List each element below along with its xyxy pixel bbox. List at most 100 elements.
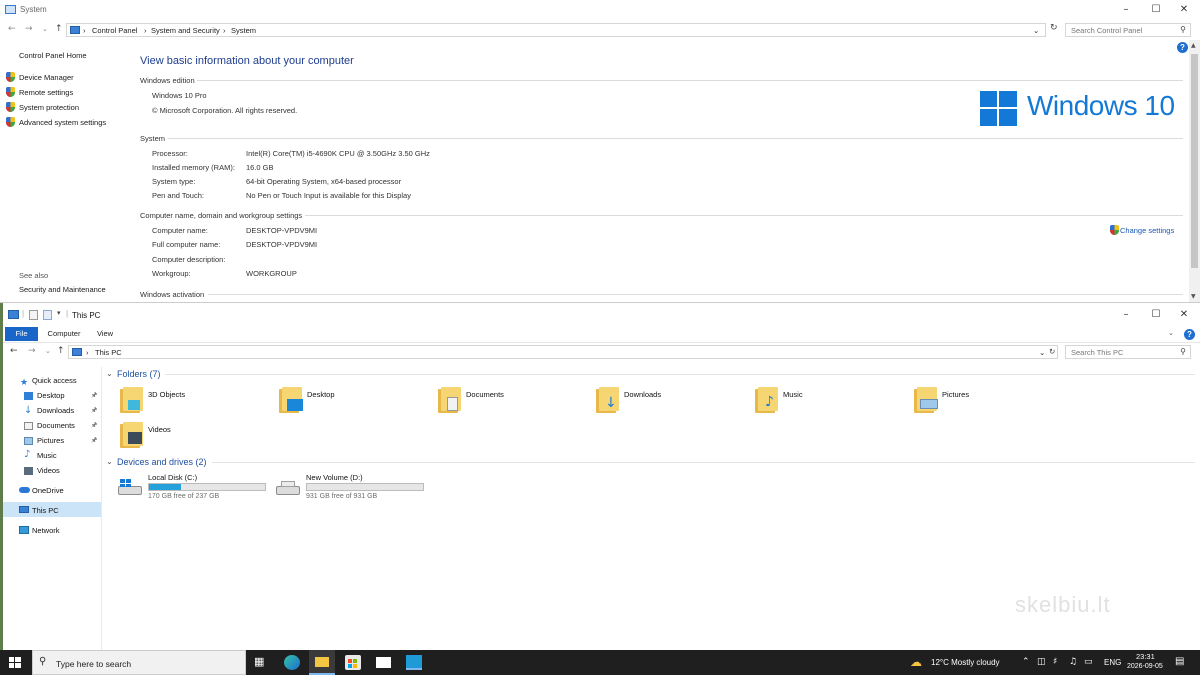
scroll-up-icon[interactable]: ▲	[1191, 42, 1196, 49]
properties-icon[interactable]	[29, 310, 38, 320]
recent-chevron-icon[interactable]: ⌄	[42, 25, 48, 33]
task-view-icon[interactable]: ▦	[254, 655, 264, 668]
qat-dropdown-icon[interactable]: ▾	[57, 309, 61, 317]
nav-desktop[interactable]: Desktop	[37, 391, 65, 400]
folder-item-3d-objects[interactable]: 3D Objects	[118, 385, 268, 415]
store-icon[interactable]	[345, 655, 361, 670]
ribbon-tab-view[interactable]: View	[90, 327, 120, 341]
forward-arrow-icon[interactable]: →	[25, 24, 33, 34]
explorer-titlebar[interactable]: | ▾ | This PC – ☐ ✕	[0, 305, 1200, 325]
system-scrollbar-thumb[interactable]	[1191, 54, 1198, 268]
control-panel-home-link[interactable]: Control Panel Home	[19, 51, 87, 60]
system-address-box[interactable]: › Control Panel › System and Security › …	[66, 23, 1046, 37]
refresh-icon[interactable]: ↻	[1049, 347, 1055, 356]
folder-item-desktop[interactable]: Desktop	[277, 385, 427, 415]
minimize-button[interactable]: –	[1112, 3, 1140, 17]
maximize-button[interactable]: ☐	[1142, 3, 1170, 17]
taskbar-search-placeholder: Type here to search	[56, 659, 132, 669]
address-dropdown-icon[interactable]: ⌄	[1039, 348, 1045, 357]
recent-chevron-icon[interactable]: ⌄	[45, 347, 51, 355]
pin-icon[interactable]: 🖈	[91, 406, 97, 417]
show-hidden-icons-icon[interactable]: ⌃	[1022, 657, 1030, 667]
folder-item-music[interactable]: ♪ Music	[753, 385, 903, 415]
nav-videos[interactable]: Videos	[37, 466, 60, 475]
help-icon[interactable]: ?	[1184, 329, 1195, 340]
security-maintenance-link[interactable]: Security and Maintenance	[19, 285, 106, 294]
qat-divider: |	[22, 309, 25, 318]
nav-this-pc[interactable]: This PC	[32, 506, 59, 515]
help-icon[interactable]: ?	[1177, 42, 1188, 53]
breadcrumb-system[interactable]: System	[231, 26, 256, 35]
scroll-down-icon[interactable]: ▼	[1191, 293, 1196, 300]
folders-group-heading[interactable]: Folders (7)	[117, 369, 161, 379]
remote-settings-link[interactable]: Remote settings	[19, 88, 73, 97]
this-pc-search[interactable]: Search This PC ⚲	[1065, 345, 1191, 359]
network-tray-icon[interactable]: ◫	[1037, 657, 1046, 667]
nav-quick-access[interactable]: Quick access	[32, 376, 77, 385]
notification-icon[interactable]: ▤	[1175, 656, 1184, 667]
explorer-address-box[interactable]: › This PC ⌄ ↻	[68, 345, 1058, 359]
system-scrollbar[interactable]: ▲ ▼	[1189, 40, 1200, 302]
nav-downloads[interactable]: Downloads	[37, 406, 74, 415]
nav-onedrive[interactable]: OneDrive	[32, 486, 64, 495]
minimize-button[interactable]: –	[1112, 308, 1140, 322]
display-tray-icon[interactable]: ▭	[1084, 657, 1093, 667]
new-folder-icon[interactable]	[43, 310, 52, 320]
breadcrumb-system-security[interactable]: System and Security	[151, 26, 220, 35]
forward-arrow-icon[interactable]: →	[28, 346, 36, 356]
collapse-chevron-icon[interactable]: ⌄	[106, 457, 113, 466]
nav-network[interactable]: Network	[32, 526, 60, 535]
system-address-bar: ← → ⌄ ↑ › Control Panel › System and Sec…	[0, 21, 1200, 39]
taskbar-search[interactable]: ⚲ Type here to search	[32, 650, 246, 675]
drive-item-c[interactable]: Local Disk (C:) 170 GB free of 237 GB	[115, 471, 270, 503]
collapse-chevron-icon[interactable]: ⌄	[106, 369, 113, 378]
folder-item-videos[interactable]: Videos	[118, 420, 268, 450]
nav-music[interactable]: Music	[37, 451, 57, 460]
refresh-icon[interactable]: ↻	[1050, 23, 1058, 33]
start-button[interactable]	[9, 657, 21, 668]
ribbon-expand-icon[interactable]: ⌄	[1168, 329, 1174, 337]
up-arrow-icon[interactable]: ↑	[57, 346, 65, 356]
device-manager-link[interactable]: Device Manager	[19, 73, 74, 82]
edge-icon[interactable]	[284, 655, 300, 670]
nav-pictures[interactable]: Pictures	[37, 436, 64, 445]
address-dropdown-icon[interactable]: ⌄	[1033, 26, 1039, 35]
back-arrow-icon[interactable]: ←	[8, 24, 16, 34]
back-arrow-icon[interactable]: ←	[10, 346, 18, 356]
weather-text[interactable]: 12°C Mostly cloudy	[931, 658, 1000, 667]
pin-icon[interactable]: 🖈	[91, 436, 97, 447]
drives-group-heading[interactable]: Devices and drives (2)	[117, 457, 207, 467]
close-button[interactable]: ✕	[1170, 308, 1198, 322]
up-arrow-icon[interactable]: ↑	[55, 24, 63, 34]
control-panel-search[interactable]: Search Control Panel ⚲	[1065, 23, 1191, 37]
usb-tray-icon[interactable]: ♯	[1053, 657, 1057, 667]
breadcrumb-this-pc[interactable]: This PC	[95, 348, 122, 357]
folder-item-downloads[interactable]: ↓ Downloads	[594, 385, 744, 415]
clock-time[interactable]: 23:31	[1136, 652, 1155, 661]
folder-item-documents[interactable]: Documents	[436, 385, 586, 415]
folder-desktop-icon	[279, 387, 303, 413]
folder-label: Pictures	[942, 390, 970, 399]
system-window-taskbar-button[interactable]	[406, 655, 422, 670]
system-protection-link[interactable]: System protection	[19, 103, 79, 112]
nav-documents[interactable]: Documents	[37, 421, 75, 430]
drive-usage-fill	[149, 484, 182, 490]
close-button[interactable]: ✕	[1170, 3, 1198, 17]
folder-label: Documents	[466, 390, 504, 399]
advanced-system-settings-link[interactable]: Advanced system settings	[19, 118, 106, 127]
folder-item-pictures[interactable]: Pictures	[912, 385, 1062, 415]
volume-muted-icon[interactable]: ♫	[1069, 657, 1077, 667]
maximize-button[interactable]: ☐	[1142, 308, 1170, 322]
ribbon-tab-computer[interactable]: Computer	[44, 327, 84, 341]
change-settings-link[interactable]: Change settings	[1120, 226, 1174, 235]
drive-item-d[interactable]: New Volume (D:) 931 GB free of 931 GB	[273, 471, 428, 503]
file-explorer-taskbar-button[interactable]	[309, 650, 335, 675]
breadcrumb-control-panel[interactable]: Control Panel	[92, 26, 137, 35]
language-indicator[interactable]: ENG	[1104, 658, 1121, 667]
system-titlebar[interactable]: System – ☐ ✕	[0, 0, 1200, 20]
pin-icon[interactable]: 🖈	[91, 391, 97, 402]
pin-icon[interactable]: 🖈	[91, 421, 97, 432]
mail-icon[interactable]	[376, 657, 391, 668]
ribbon-tab-file[interactable]: File	[5, 327, 38, 341]
clock-date[interactable]: 2026-09-05	[1127, 663, 1163, 670]
